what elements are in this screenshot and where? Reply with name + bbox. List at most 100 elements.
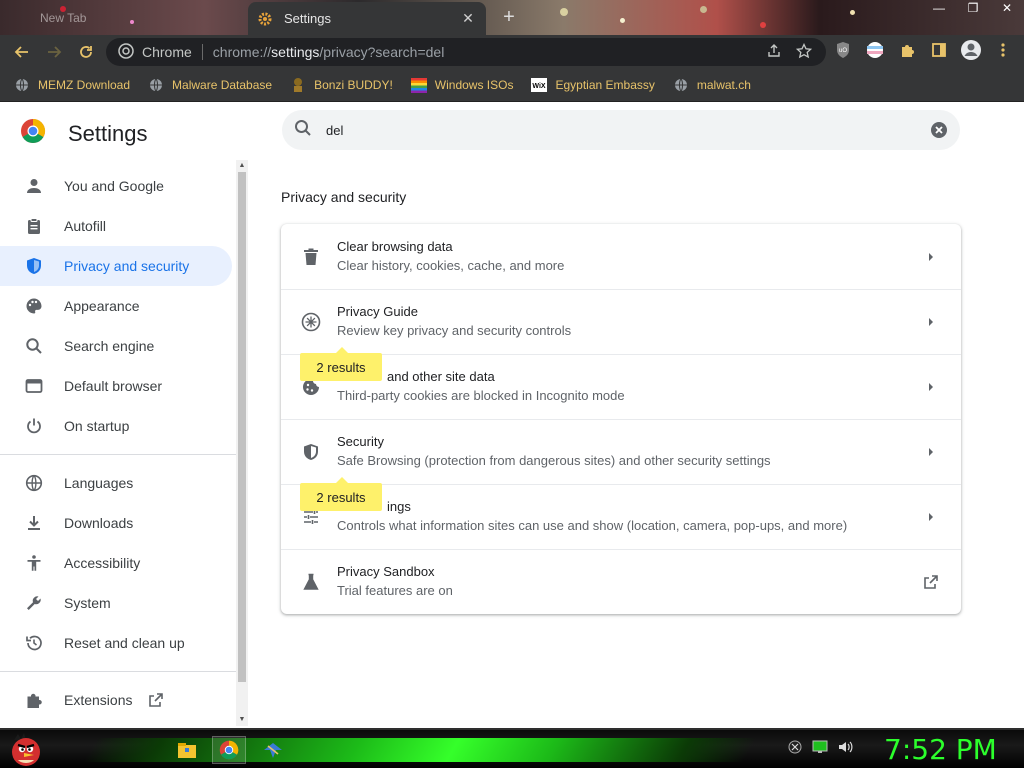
taskbar-chrome-icon[interactable] bbox=[212, 736, 246, 764]
taskbar-app-icon[interactable] bbox=[256, 736, 290, 764]
bookmark-malware-database[interactable]: Malware Database bbox=[148, 77, 272, 93]
bookmark-label: MEMZ Download bbox=[38, 78, 131, 92]
sidebar-item-extensions[interactable]: Extensions bbox=[0, 680, 232, 720]
window-controls: — ❐ ✕ bbox=[922, 0, 1024, 20]
share-icon[interactable] bbox=[766, 43, 782, 62]
row-privacy-sandbox[interactable]: Privacy Sandbox Trial features are on bbox=[281, 549, 961, 614]
taskbar-clock[interactable]: 7:52 PM bbox=[884, 733, 997, 766]
bookmark-malwatch[interactable]: malwat.ch bbox=[673, 77, 751, 93]
privacy-settings-card: Clear browsing data Clear history, cooki… bbox=[281, 224, 961, 614]
sidebar-item-autofill[interactable]: Autofill bbox=[0, 206, 232, 246]
row-clear-browsing-data[interactable]: Clear browsing data Clear history, cooki… bbox=[281, 224, 961, 289]
chevron-right-icon bbox=[921, 247, 941, 267]
row-security[interactable]: Security Safe Browsing (protection from … bbox=[281, 419, 961, 484]
sidebar-divider bbox=[0, 671, 236, 672]
sidebar-item-label: Reset and clean up bbox=[64, 635, 185, 651]
settings-page: Settings del You and Google Autofill Pri… bbox=[0, 102, 1024, 728]
globe-icon bbox=[148, 77, 164, 93]
globe-icon bbox=[673, 77, 689, 93]
download-icon bbox=[24, 513, 44, 533]
extension-flag-icon[interactable] bbox=[864, 39, 886, 61]
volume-icon[interactable] bbox=[838, 740, 854, 759]
row-title: Privacy Guide bbox=[337, 304, 418, 319]
divider bbox=[201, 44, 203, 60]
bookmark-label: Malware Database bbox=[172, 78, 273, 92]
bookmark-egyptian-embassy[interactable]: WiX Egyptian Embassy bbox=[531, 77, 655, 93]
sidebar-divider bbox=[0, 454, 236, 455]
tab-strip: New Tab Settings ✕ + — ❐ ✕ bbox=[0, 0, 1024, 35]
sidebar-item-reset-and-clean-up[interactable]: Reset and clean up bbox=[0, 623, 232, 663]
sidebar-item-privacy-and-security[interactable]: Privacy and security bbox=[0, 246, 232, 286]
search-query: del bbox=[326, 122, 344, 138]
scroll-down-icon[interactable]: ▼ bbox=[238, 716, 246, 724]
row-cookies-and-site-data[interactable]: and other site data Third-party cookies … bbox=[281, 347, 961, 419]
open-in-new-icon[interactable] bbox=[921, 572, 941, 592]
bookmark-star-icon[interactable] bbox=[795, 42, 813, 62]
sidebar-item-you-and-google[interactable]: You and Google bbox=[0, 166, 232, 206]
start-button-angry-bird-icon[interactable] bbox=[8, 730, 48, 768]
bookmark-label: Windows ISOs bbox=[434, 78, 514, 92]
sidebar-item-on-startup[interactable]: On startup bbox=[0, 406, 232, 446]
row-subtitle: Review key privacy and security controls bbox=[337, 323, 572, 338]
ublock-icon[interactable]: uO bbox=[832, 39, 854, 61]
tab-settings[interactable]: Settings ✕ bbox=[248, 2, 486, 35]
shield-icon bbox=[24, 256, 44, 276]
new-tab-button[interactable]: + bbox=[498, 6, 520, 29]
flask-icon bbox=[301, 572, 321, 592]
row-title: and other site data bbox=[387, 369, 495, 384]
clear-search-icon[interactable] bbox=[930, 121, 948, 139]
menu-kebab-icon[interactable] bbox=[992, 39, 1014, 61]
puzzle-icon[interactable] bbox=[896, 39, 918, 61]
sidebar-item-label: You and Google bbox=[64, 178, 164, 194]
bonzi-icon bbox=[290, 77, 306, 93]
close-tab-icon[interactable]: ✕ bbox=[460, 10, 476, 27]
bookmark-bonzi-buddy[interactable]: Bonzi BUDDY! bbox=[290, 77, 393, 93]
chrome-icon bbox=[118, 42, 134, 62]
palette-icon bbox=[24, 296, 44, 316]
tray-app-icon[interactable] bbox=[788, 740, 802, 759]
profile-avatar-icon[interactable] bbox=[960, 39, 982, 61]
back-arrow-icon[interactable] bbox=[6, 36, 38, 68]
sidebar-item-label: Appearance bbox=[64, 298, 140, 314]
minimize-icon[interactable]: — bbox=[922, 0, 956, 18]
sidebar-scrollbar[interactable]: ▲ ▼ bbox=[236, 160, 248, 726]
network-monitor-icon[interactable] bbox=[812, 740, 828, 759]
row-subtitle: Trial features are on bbox=[337, 583, 453, 598]
chevron-right-icon bbox=[921, 442, 941, 462]
scrollbar-thumb[interactable] bbox=[238, 172, 246, 682]
side-panel-icon[interactable] bbox=[928, 39, 950, 61]
sidebar-item-label: Autofill bbox=[64, 218, 107, 234]
close-window-icon[interactable]: ✕ bbox=[990, 0, 1024, 18]
svg-text:WiX: WiX bbox=[533, 83, 546, 90]
taskbar: 7:52 PM bbox=[0, 728, 1024, 768]
forward-arrow-icon[interactable] bbox=[38, 36, 70, 68]
row-privacy-guide[interactable]: Privacy Guide Review key privacy and sec… bbox=[281, 289, 961, 354]
sidebar-item-appearance[interactable]: Appearance bbox=[0, 286, 232, 326]
sidebar-item-system[interactable]: System bbox=[0, 583, 232, 623]
maximize-icon[interactable]: ❐ bbox=[956, 0, 990, 18]
settings-gear-icon bbox=[258, 12, 272, 26]
tab-new-tab[interactable]: New Tab bbox=[0, 0, 246, 35]
sidebar-item-downloads[interactable]: Downloads bbox=[0, 503, 232, 543]
open-in-new-icon[interactable] bbox=[148, 692, 164, 708]
row-site-settings[interactable]: ings Controls what information sites can… bbox=[281, 477, 961, 549]
sidebar-item-languages[interactable]: Languages bbox=[0, 463, 232, 503]
puzzle-icon bbox=[24, 690, 44, 710]
globe-icon bbox=[14, 77, 30, 93]
bookmark-windows-isos[interactable]: Windows ISOs bbox=[410, 77, 514, 93]
chevron-right-icon bbox=[921, 312, 941, 332]
address-bar[interactable]: Chrome chrome://settings/privacy?search=… bbox=[106, 38, 826, 66]
bookmark-label: Egyptian Embassy bbox=[555, 78, 655, 92]
sidebar-item-label: Search engine bbox=[64, 338, 155, 354]
settings-search-input[interactable]: del bbox=[282, 110, 960, 150]
page-title: Settings bbox=[68, 120, 148, 146]
reload-icon[interactable] bbox=[70, 36, 102, 68]
bookmark-memz[interactable]: MEMZ Download bbox=[14, 77, 130, 93]
scroll-up-icon[interactable]: ▲ bbox=[238, 162, 246, 170]
taskbar-file-explorer-icon[interactable] bbox=[170, 736, 204, 764]
browser-toolbar: Chrome chrome://settings/privacy?search=… bbox=[0, 35, 1024, 69]
sidebar-item-default-browser[interactable]: Default browser bbox=[0, 366, 232, 406]
system-tray bbox=[788, 740, 854, 759]
sidebar-item-accessibility[interactable]: Accessibility bbox=[0, 543, 232, 583]
sidebar-item-search-engine[interactable]: Search engine bbox=[0, 326, 232, 366]
